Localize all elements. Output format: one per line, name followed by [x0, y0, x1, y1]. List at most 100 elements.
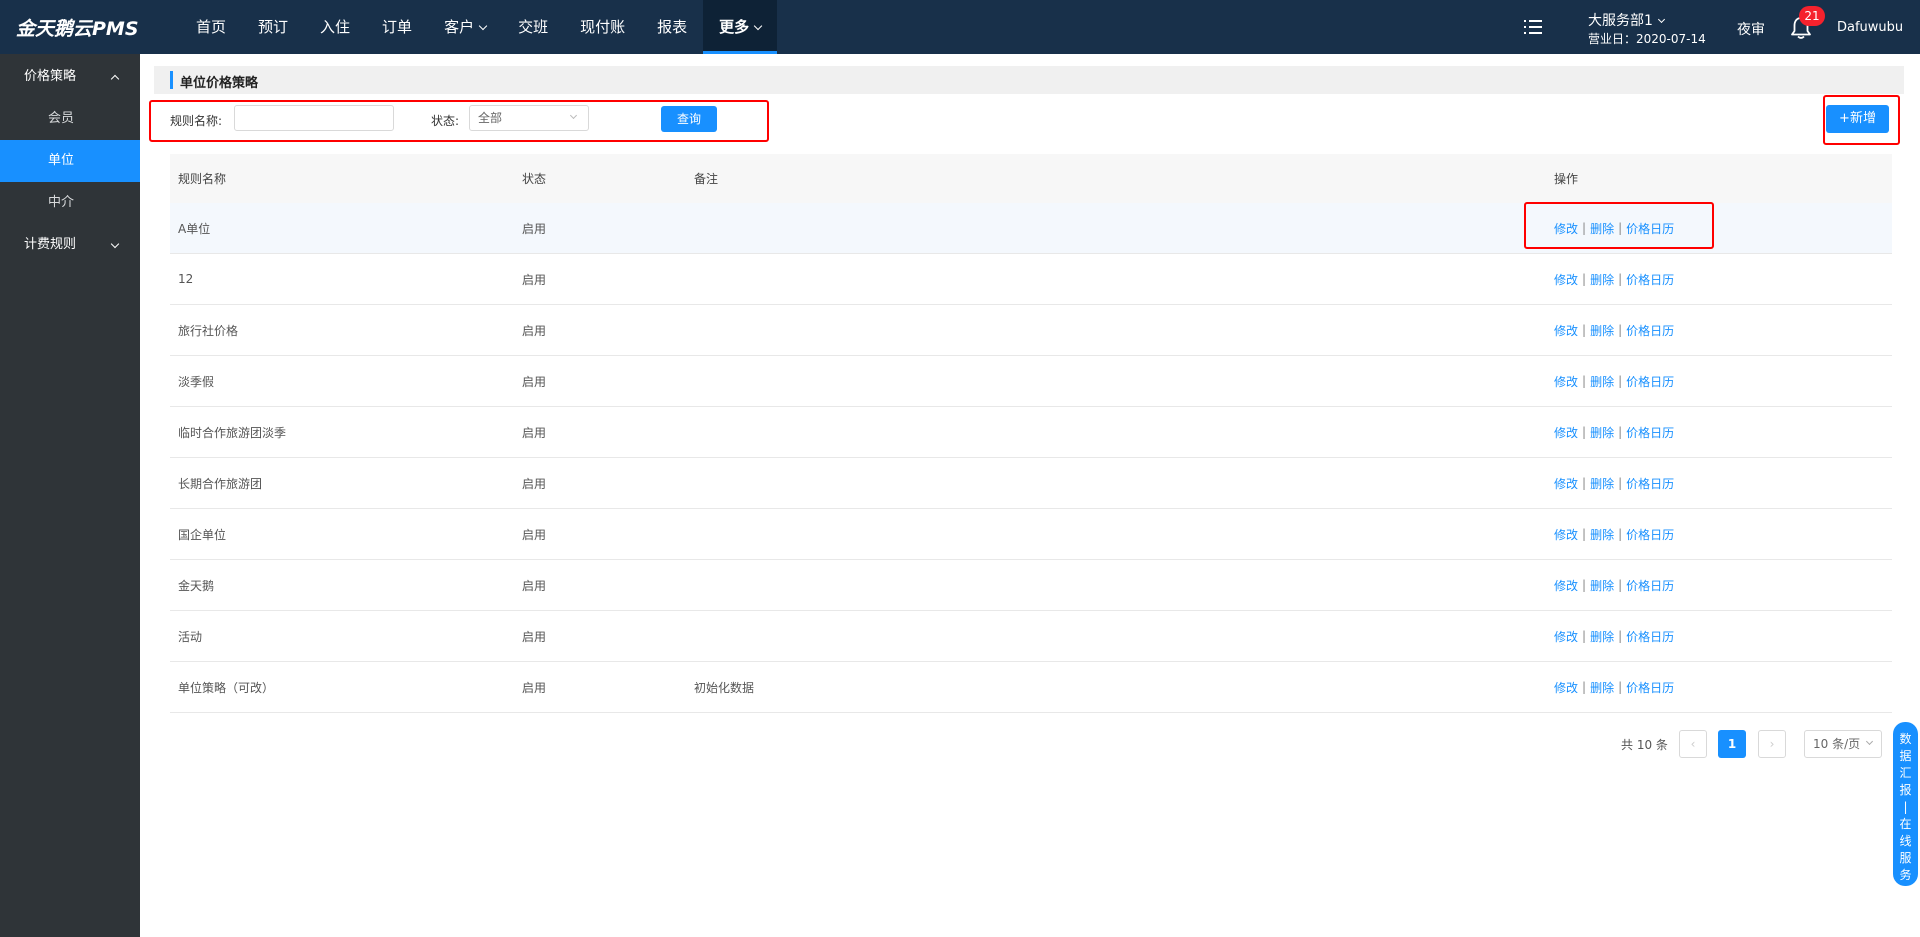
table-row: 12 启用 修改 | 删除 | 价格日历 — [170, 254, 1892, 305]
edit-link[interactable]: 修改 — [1554, 475, 1578, 492]
separator: | — [1582, 527, 1587, 541]
float-char: | — [1903, 800, 1908, 814]
table-row: 淡季假 启用 修改 | 删除 | 价格日历 — [170, 356, 1892, 407]
table-row: 旅行社价格 启用 修改 | 删除 | 价格日历 — [170, 305, 1892, 356]
edit-link[interactable]: 修改 — [1554, 373, 1578, 390]
sidebar-group-billing-rules[interactable]: 计费规则 — [0, 224, 140, 266]
cell-status: 启用 — [522, 374, 547, 389]
header-remark: 备注 — [694, 172, 719, 186]
cell-rule-name: 淡季假 — [178, 374, 215, 389]
delete-link[interactable]: 删除 — [1590, 628, 1614, 645]
list-menu-icon[interactable] — [1524, 19, 1542, 35]
cell-rule-name: 金天鹅 — [178, 578, 215, 593]
cell-status: 启用 — [522, 680, 547, 695]
nav-reports[interactable]: 报表 — [641, 0, 703, 54]
price-calendar-link[interactable]: 价格日历 — [1626, 679, 1674, 696]
sidebar-item-member[interactable]: 会员 — [0, 98, 140, 140]
sidebar: 价格策略 会员 单位 中介 计费规则 — [0, 54, 140, 937]
nav-cash-account[interactable]: 现付账 — [564, 0, 641, 54]
delete-link[interactable]: 删除 — [1590, 475, 1614, 492]
chevron-down-icon — [753, 21, 763, 31]
nav-customers-label: 客户 — [444, 18, 475, 36]
cell-operations: 修改 | 删除 | 价格日历 — [1554, 356, 1674, 406]
table-row: 金天鹅 启用 修改 | 删除 | 价格日历 — [170, 560, 1892, 611]
nav-home-label: 首页 — [196, 18, 227, 36]
nav-more[interactable]: 更多 — [703, 0, 778, 54]
cell-operations: 修改 | 删除 | 价格日历 — [1554, 560, 1674, 610]
sidebar-item-label: 单位 — [48, 153, 75, 168]
nav-reservation[interactable]: 预订 — [242, 0, 304, 54]
edit-link[interactable]: 修改 — [1554, 322, 1578, 339]
nav-cash-label: 现付账 — [580, 18, 626, 36]
nav-customers[interactable]: 客户 — [428, 0, 502, 54]
cell-rule-name: 单位策略（可改） — [178, 680, 275, 695]
nav-reservation-label: 预订 — [258, 18, 289, 36]
header-rule-name: 规则名称 — [178, 172, 227, 186]
edit-link[interactable]: 修改 — [1554, 577, 1578, 594]
edit-link[interactable]: 修改 — [1554, 271, 1578, 288]
delete-link[interactable]: 删除 — [1590, 271, 1614, 288]
cell-status: 启用 — [522, 221, 547, 236]
pagination-next-button[interactable]: › — [1758, 730, 1786, 758]
cell-status: 启用 — [522, 629, 547, 644]
app-logo[interactable]: 金天鹅云PMS — [16, 14, 139, 41]
highlight-box-row-ops — [1524, 202, 1714, 249]
department-name: 大服务部1 — [1588, 13, 1653, 29]
delete-link[interactable]: 删除 — [1590, 322, 1614, 339]
nav-orders[interactable]: 订单 — [366, 0, 428, 54]
float-char: 在 — [1899, 817, 1912, 831]
cell-operations: 修改 | 删除 | 价格日历 — [1554, 662, 1674, 712]
edit-link[interactable]: 修改 — [1554, 424, 1578, 441]
price-calendar-link[interactable]: 价格日历 — [1626, 424, 1674, 441]
table-row: 长期合作旅游团 启用 修改 | 删除 | 价格日历 — [170, 458, 1892, 509]
separator: | — [1618, 680, 1623, 694]
nav-home[interactable]: 首页 — [180, 0, 242, 54]
delete-link[interactable]: 删除 — [1590, 424, 1614, 441]
price-calendar-link[interactable]: 价格日历 — [1626, 475, 1674, 492]
nav-checkin-label: 入住 — [320, 18, 351, 36]
sidebar-group-label: 价格策略 — [24, 69, 77, 84]
sidebar-item-unit[interactable]: 单位 — [0, 140, 140, 182]
sidebar-item-agent[interactable]: 中介 — [0, 182, 140, 224]
price-calendar-link[interactable]: 价格日历 — [1626, 322, 1674, 339]
cell-operations: 修改 | 删除 | 价格日历 — [1554, 458, 1674, 508]
price-calendar-link[interactable]: 价格日历 — [1626, 577, 1674, 594]
chevron-down-icon — [478, 21, 488, 31]
delete-link[interactable]: 删除 — [1590, 679, 1614, 696]
main-nav: 首页 预订 入住 订单 客户 交班 现付账 报表 更多 — [180, 0, 778, 54]
separator: | — [1618, 374, 1623, 388]
price-calendar-link[interactable]: 价格日历 — [1626, 373, 1674, 390]
night-audit-button[interactable]: 夜审 — [1737, 19, 1765, 39]
page-size-select[interactable]: 10 条/页 — [1804, 730, 1882, 758]
edit-link[interactable]: 修改 — [1554, 628, 1578, 645]
department-selector[interactable]: 大服务部1 — [1588, 10, 1665, 30]
nav-shift-handover[interactable]: 交班 — [502, 0, 564, 54]
cell-operations: 修改 | 删除 | 价格日历 — [1554, 407, 1674, 457]
price-calendar-link[interactable]: 价格日历 — [1626, 271, 1674, 288]
price-calendar-link[interactable]: 价格日历 — [1626, 628, 1674, 645]
separator: | — [1582, 323, 1587, 337]
username[interactable]: Dafuwubu — [1837, 20, 1903, 35]
pagination-page-1[interactable]: 1 — [1718, 730, 1746, 758]
separator: | — [1618, 629, 1623, 643]
edit-link[interactable]: 修改 — [1554, 526, 1578, 543]
cell-status: 启用 — [522, 272, 547, 287]
delete-link[interactable]: 删除 — [1590, 526, 1614, 543]
nav-reports-label: 报表 — [657, 18, 688, 36]
notification-badge: 21 — [1799, 6, 1825, 26]
sidebar-group-price-strategy[interactable]: 价格策略 — [0, 56, 140, 98]
separator: | — [1618, 425, 1623, 439]
cell-rule-name: 国企单位 — [178, 527, 227, 542]
price-calendar-link[interactable]: 价格日历 — [1626, 526, 1674, 543]
cell-status: 启用 — [522, 476, 547, 491]
delete-link[interactable]: 删除 — [1590, 577, 1614, 594]
edit-link[interactable]: 修改 — [1554, 679, 1578, 696]
delete-link[interactable]: 删除 — [1590, 373, 1614, 390]
floating-service-button[interactable]: 数 据 汇 报 | 在 线 服 务 — [1893, 722, 1918, 886]
cell-operations: 修改 | 删除 | 价格日历 — [1554, 305, 1674, 355]
cell-rule-name: 旅行社价格 — [178, 323, 239, 338]
pagination-prev-button[interactable]: ‹ — [1679, 730, 1707, 758]
separator: | — [1618, 272, 1623, 286]
nav-checkin[interactable]: 入住 — [304, 0, 366, 54]
header-status: 状态 — [522, 172, 547, 186]
